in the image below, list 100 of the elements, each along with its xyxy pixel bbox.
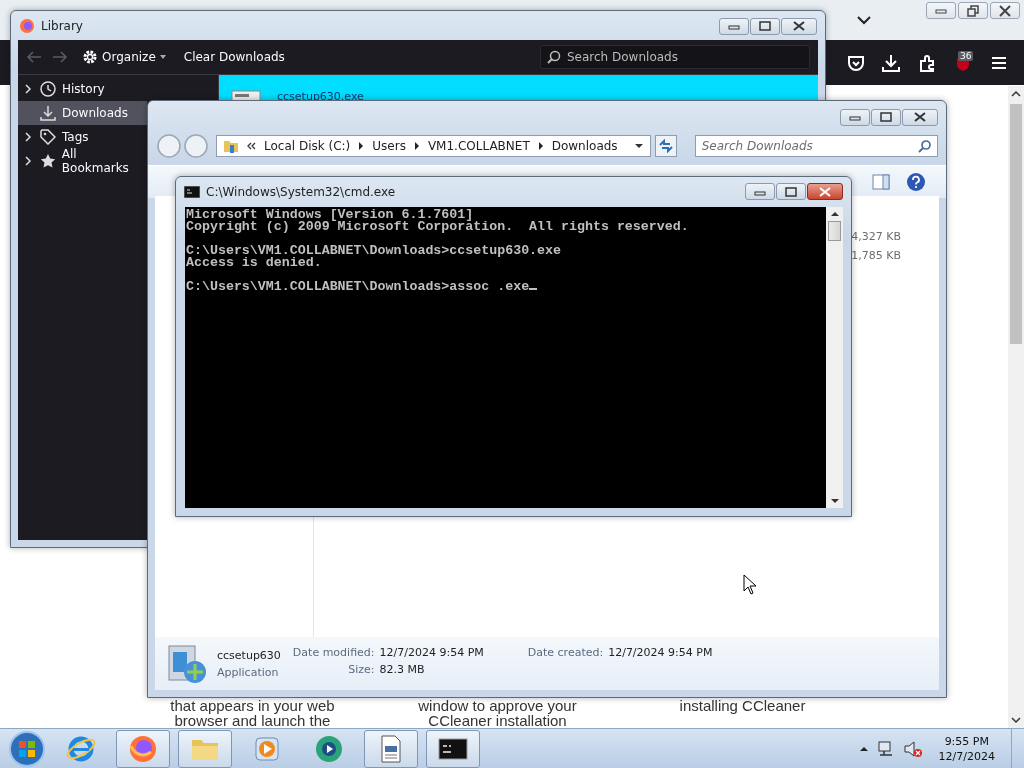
minimize-icon <box>728 22 740 30</box>
tag-icon <box>40 129 56 145</box>
download-row[interactable]: ccsetup630.exe <box>219 75 818 103</box>
scroll-down-icon[interactable] <box>1011 716 1021 724</box>
address-bar[interactable]: Local Disk (C:) Users VM1.COLLABNET Downloads <box>216 135 651 157</box>
star-icon <box>39 153 56 169</box>
chevron-right-icon[interactable] <box>24 156 32 166</box>
scrollbar-thumb[interactable] <box>1010 104 1022 344</box>
start-button[interactable] <box>8 729 46 768</box>
window-title: Library <box>41 19 83 33</box>
sidebar-item[interactable]: Downloads <box>18 101 147 125</box>
close-button[interactable] <box>807 183 843 200</box>
field-value: 82.3 MB <box>379 663 426 676</box>
dropdown-icon[interactable] <box>633 143 644 149</box>
breadcrumb-item[interactable]: Users <box>372 139 406 153</box>
clock-time[interactable]: 9:55 PM <box>944 734 989 748</box>
breadcrumb-item[interactable]: Local Disk (C:) <box>264 139 351 153</box>
console-line: Copyright (c) 2009 Microsoft Corporation. All rights reserved. <box>186 221 690 233</box>
network-icon[interactable] <box>876 739 895 758</box>
caret-icon <box>159 55 166 59</box>
restore-icon <box>967 4 979 17</box>
console-line: C:\Users\VM1.COLLABNET\Downloads>ccsetup630.exe <box>186 245 563 257</box>
close-icon <box>793 21 805 31</box>
back-arrow-icon[interactable] <box>26 50 42 64</box>
maximize-button[interactable] <box>750 17 780 35</box>
console-icon <box>184 185 200 198</box>
help-icon[interactable] <box>906 172 926 192</box>
close-icon <box>819 186 831 197</box>
puzzle-icon[interactable] <box>919 54 937 72</box>
scrollbar[interactable] <box>826 207 843 508</box>
download-icon[interactable] <box>882 54 900 72</box>
close-icon <box>999 4 1011 17</box>
search-icon <box>547 50 561 64</box>
search-field[interactable]: Search Downloads <box>694 135 938 157</box>
maximize-icon <box>785 186 797 197</box>
clock-date[interactable]: 12/7/2024 <box>938 749 995 763</box>
maximize-icon <box>880 112 892 122</box>
chevron-right-icon[interactable] <box>24 132 32 142</box>
muted-speaker-icon[interactable] <box>902 739 923 758</box>
scroll-down-icon[interactable] <box>830 498 839 504</box>
maximize-button[interactable] <box>871 108 901 126</box>
organize-button[interactable]: Organize <box>78 47 170 67</box>
cursor-icon <box>743 574 757 595</box>
scroll-up-icon[interactable] <box>1011 90 1021 98</box>
search-field[interactable]: Search Downloads <box>540 45 810 69</box>
taskbar-button[interactable] <box>426 729 480 768</box>
field-label: Size: <box>347 663 375 676</box>
scrollbar[interactable] <box>1008 86 1024 728</box>
pocket-icon[interactable] <box>847 55 865 72</box>
minimize-button[interactable] <box>719 17 749 35</box>
forward-arrow-icon[interactable] <box>52 50 68 64</box>
browser-icon <box>128 733 158 764</box>
file-size: 1,785 KB <box>851 249 901 262</box>
chevron-right-icon[interactable] <box>413 142 420 150</box>
sidebar-item[interactable]: History <box>18 77 147 101</box>
folder-icon <box>223 138 239 154</box>
minimize-button[interactable] <box>745 183 775 200</box>
scrollbar-thumb[interactable] <box>828 221 841 241</box>
gear-icon <box>82 49 98 65</box>
close-button[interactable] <box>781 17 817 35</box>
menu-icon[interactable] <box>991 56 1007 70</box>
file-name: ccsetup630 <box>217 648 281 662</box>
refresh-icon <box>657 139 674 153</box>
maximize-button[interactable] <box>776 183 806 200</box>
firefox-icon <box>19 18 35 34</box>
clear-downloads-button[interactable]: Clear Downloads <box>179 48 289 66</box>
close-icon <box>914 112 926 122</box>
chevron-right-icon[interactable] <box>24 84 32 94</box>
restore-button[interactable] <box>958 2 988 19</box>
console-line: Microsoft Windows [Version 6.1.7601] <box>186 209 474 221</box>
page-text: installing CCleaner <box>679 698 806 713</box>
breadcrumb-item[interactable]: VM1.COLLABNET <box>427 139 530 153</box>
window-title: C:\Windows\System32\cmd.exe <box>206 184 396 199</box>
minimize-icon <box>849 113 861 121</box>
chevron-right-icon[interactable] <box>358 142 365 150</box>
clock-icon <box>40 81 56 97</box>
show-hidden-icons-icon[interactable] <box>858 744 869 753</box>
refresh-button[interactable] <box>654 135 677 157</box>
sidebar-item[interactable]: All Bookmarks <box>18 149 147 173</box>
breadcrumb-item[interactable]: Downloads <box>551 139 618 153</box>
console-line: Access is denied. <box>186 257 322 269</box>
close-button[interactable] <box>990 2 1020 19</box>
scroll-up-icon[interactable] <box>830 211 839 217</box>
maximize-icon <box>759 21 771 31</box>
field-label: Date created: <box>527 646 604 659</box>
preview-pane-icon[interactable] <box>872 174 890 190</box>
play-circle-icon <box>314 733 344 764</box>
close-button[interactable] <box>902 108 938 126</box>
file-type: Application <box>217 665 280 679</box>
console-line: C:\Users\VM1.COLLABNET\Downloads>assoc .exe <box>186 281 826 293</box>
minimize-button[interactable] <box>840 108 870 126</box>
field-value: 12/7/2024 9:54 PM <box>379 646 484 659</box>
chevron-down-icon[interactable] <box>856 14 872 26</box>
badge: 36 <box>958 51 974 61</box>
sidebar-item[interactable]: Tags <box>18 125 147 149</box>
file-size: 4,327 KB <box>851 230 901 243</box>
chevron-right-icon[interactable] <box>537 142 544 150</box>
double-chevron-icon[interactable] <box>247 142 256 150</box>
field-label: Date modified: <box>292 646 375 659</box>
minimize-icon <box>935 6 947 15</box>
